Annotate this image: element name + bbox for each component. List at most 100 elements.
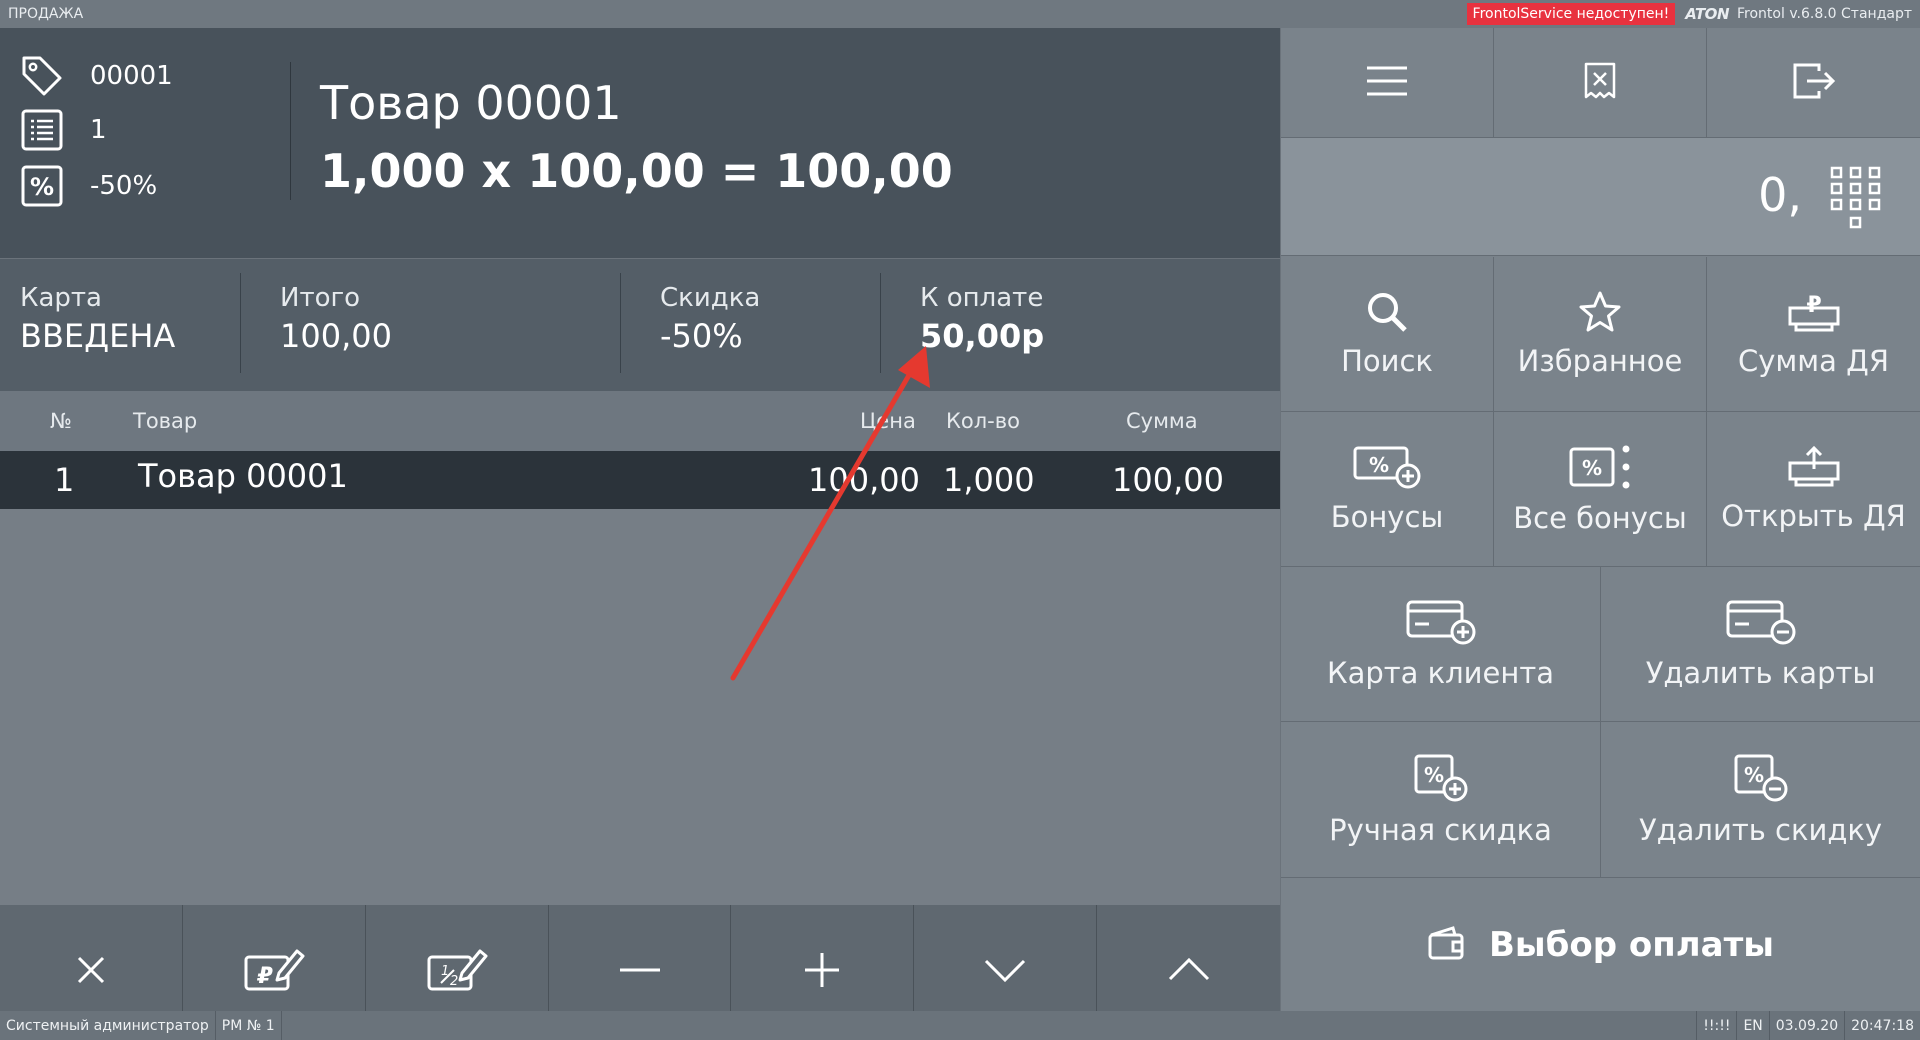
chevron-up-icon: [1167, 956, 1211, 988]
cancel-receipt-icon: [1583, 61, 1617, 105]
status-indicator: !!:!!: [1696, 1011, 1736, 1040]
receipt-table-header: № Товар Цена Кол-во Сумма: [0, 391, 1280, 451]
discount-value: -50%: [660, 317, 743, 355]
divider: [620, 273, 621, 373]
item-code-row: 00001: [18, 52, 173, 100]
topay-label: К оплате: [920, 283, 1044, 313]
svg-text:₽: ₽: [256, 964, 273, 989]
col-qty: Кол-во: [946, 409, 1020, 433]
svg-text:2: 2: [450, 974, 458, 989]
discount-row: % -50%: [18, 162, 157, 210]
receipt-summary: Карта ВВЕДЕНА Итого 100,00 Скидка -50% К…: [0, 259, 1280, 391]
delete-cards-label: Удалить карты: [1645, 656, 1876, 690]
list-icon: [18, 106, 66, 154]
version-label: Frontol v.6.8.0 Стандарт: [1737, 6, 1912, 22]
svg-text:₽: ₽: [1806, 293, 1821, 318]
current-item-name: Товар 00001: [320, 76, 622, 130]
search-label: Поиск: [1341, 344, 1433, 378]
payment-selection-button[interactable]: Выбор оплаты: [1281, 878, 1920, 1011]
col-no: №: [50, 409, 72, 433]
bonus-add-icon: %: [1352, 444, 1422, 494]
title-bar: ПРОДАЖА FrontolService недоступен! ATON …: [0, 0, 1920, 28]
delete-discount-button[interactable]: % Удалить скидку: [1601, 722, 1920, 878]
col-price: Цена: [860, 409, 916, 433]
all-bonuses-button[interactable]: % Все бонусы: [1494, 412, 1707, 567]
sale-area: 00001 1 % -50% Товар 00001 1,000 x 100,0…: [0, 28, 1280, 1039]
status-bar: Системный администратор РМ № 1 !!:!! EN …: [0, 1011, 1920, 1040]
row-price: 100,00: [808, 461, 920, 499]
delete-cards-button[interactable]: Удалить карты: [1601, 567, 1920, 722]
manual-discount-button[interactable]: % Ручная скидка: [1281, 722, 1601, 878]
total-value: 100,00: [280, 317, 392, 355]
svg-text:%: %: [1743, 763, 1763, 787]
row-qty: 1,000: [943, 461, 1035, 499]
to-pay: К оплате 50,00р: [920, 259, 1220, 391]
row-sum: 100,00: [1112, 461, 1224, 499]
tag-icon: [18, 52, 66, 100]
list-number: 1: [90, 115, 107, 145]
list-number-row: 1: [18, 106, 107, 154]
current-time: 20:47:18: [1844, 1011, 1920, 1040]
client-card-label: Карта клиента: [1326, 656, 1554, 690]
cancel-receipt-button[interactable]: [1494, 28, 1707, 138]
open-cash-drawer-button[interactable]: Открыть ДЯ: [1707, 412, 1920, 567]
bonuses-button[interactable]: % Бонусы: [1281, 412, 1494, 567]
number-input-value: 0,: [1758, 168, 1802, 222]
menu-button[interactable]: [1281, 28, 1494, 138]
function-panel: 0, Поиск Избранное ₽ Сумма ДЯ % Бонусы %…: [1281, 28, 1920, 1011]
favorites-label: Избранное: [1517, 344, 1683, 378]
minus-icon: [617, 952, 663, 992]
delete-discount-label: Удалить скидку: [1638, 812, 1883, 847]
receipt-table-empty-area[interactable]: [0, 509, 1280, 905]
keypad-icon[interactable]: [1830, 166, 1882, 236]
hamburger-icon: [1365, 63, 1409, 103]
cash-drawer-sum-icon: ₽: [1786, 290, 1842, 338]
topay-value: 50,00р: [920, 317, 1045, 355]
card-status: Карта ВВЕДЕНА: [20, 259, 230, 391]
card-add-icon: [1405, 598, 1477, 650]
workplace-number: РМ № 1: [216, 1011, 282, 1040]
close-icon: [73, 952, 109, 992]
keyboard-language: EN: [1736, 1011, 1768, 1040]
logout-icon: [1791, 61, 1837, 105]
favorites-button[interactable]: Избранное: [1494, 257, 1707, 412]
user-name: Системный администратор: [0, 1011, 216, 1040]
divider: [290, 62, 291, 200]
open-drawer-label: Открыть ДЯ: [1721, 499, 1906, 533]
client-card-button[interactable]: Карта клиента: [1281, 567, 1601, 722]
wallet-icon: [1427, 925, 1467, 965]
total-label: Итого: [280, 283, 361, 313]
logout-button[interactable]: [1707, 28, 1920, 138]
item-code: 00001: [90, 61, 173, 91]
plus-icon: [802, 950, 842, 994]
card-value: ВВЕДЕНА: [20, 317, 176, 355]
total: Итого 100,00: [280, 259, 610, 391]
mode-label: ПРОДАЖА: [8, 6, 84, 22]
chevron-down-icon: [983, 956, 1027, 988]
search-button[interactable]: Поиск: [1281, 257, 1494, 412]
cash-drawer-sum-button[interactable]: ₽ Сумма ДЯ: [1707, 257, 1920, 412]
percent-icon: %: [18, 162, 66, 210]
price-edit-icon: ₽: [243, 945, 305, 999]
item-attributes: 00001 1 % -50%: [0, 28, 290, 258]
divider: [240, 273, 241, 373]
col-item: Товар: [133, 409, 198, 433]
discount-total: Скидка -50%: [660, 259, 870, 391]
current-date: 03.09.20: [1768, 1011, 1844, 1040]
all-bonuses-label: Все бонусы: [1513, 501, 1687, 535]
discount-add-icon: %: [1413, 753, 1469, 807]
number-input-field[interactable]: 0,: [1281, 138, 1920, 256]
row-no: 1: [54, 461, 75, 499]
payment-label: Выбор оплаты: [1488, 924, 1775, 965]
aton-logo: ATON: [1685, 5, 1729, 23]
current-item-calculation: 1,000 x 100,00 = 100,00: [320, 144, 953, 198]
current-item-panel: 00001 1 % -50% Товар 00001 1,000 x 100,0…: [0, 28, 1280, 258]
service-warning-badge: FrontolService недоступен!: [1466, 3, 1676, 25]
svg-text:%: %: [1423, 763, 1443, 787]
open-drawer-icon: [1786, 445, 1842, 493]
card-label: Карта: [20, 283, 102, 313]
discount-label: Скидка: [660, 283, 761, 313]
col-sum: Сумма: [1126, 409, 1198, 433]
table-row[interactable]: 1 Товар 00001 100,00 1,000 100,00: [0, 451, 1280, 509]
svg-text:%: %: [1582, 456, 1602, 480]
